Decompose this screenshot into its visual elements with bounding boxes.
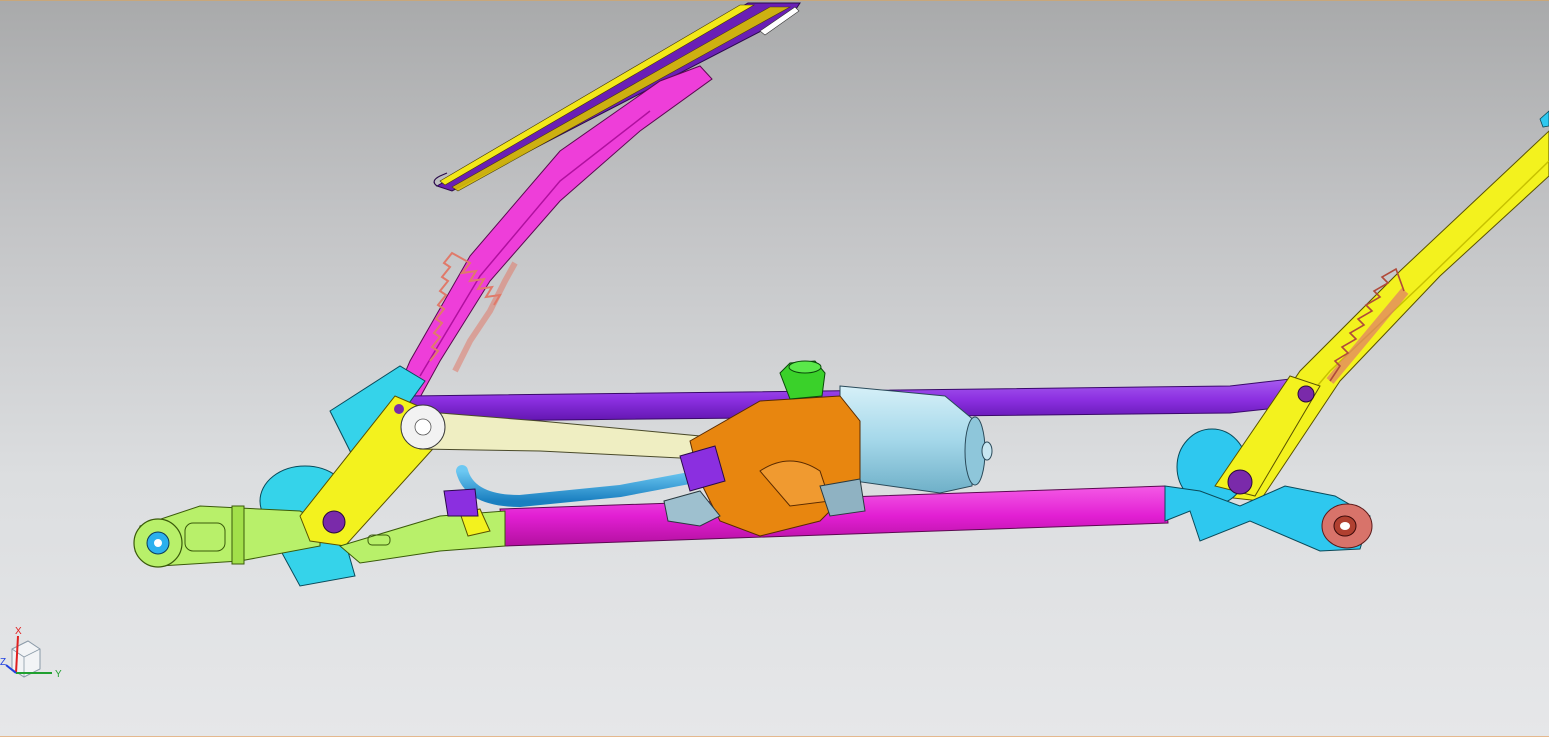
wiper-linkage-model[interactable] xyxy=(0,1,1549,737)
orientation-triad[interactable]: X Y Z xyxy=(0,621,70,691)
cad-graphics-viewport[interactable]: X Y Z xyxy=(0,0,1549,737)
triad-y-label: Y xyxy=(55,669,62,680)
triad-x-label: X xyxy=(15,626,22,637)
triad-z-label: Z xyxy=(0,657,6,668)
left-wiper-blade[interactable] xyxy=(433,2,801,192)
